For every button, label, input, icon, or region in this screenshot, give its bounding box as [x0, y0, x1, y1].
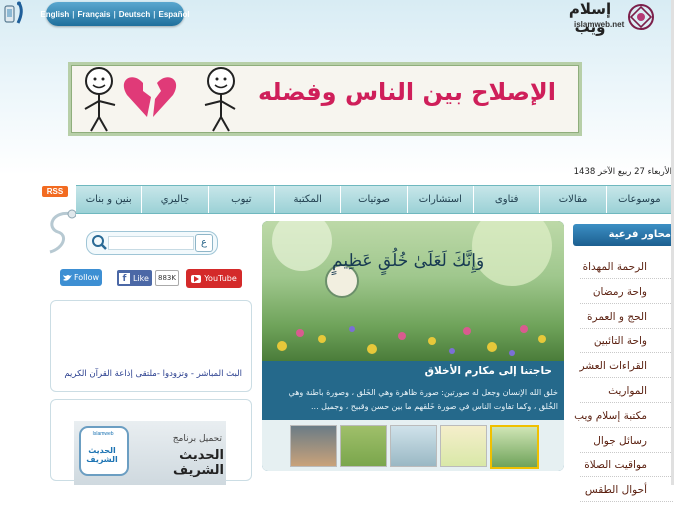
app-icon-small-label: Islamweb	[92, 431, 114, 437]
featured-slider[interactable]: وَإِنَّكَ لَعَلَىٰ خُلُقٍ عَظِيمٍ حاجتنا…	[262, 221, 564, 471]
facebook-like-button[interactable]: f Like	[117, 270, 152, 286]
app-name: الحديث الشريف	[172, 448, 224, 478]
sidebar-list: الرحمة المهداة واحة رمضان الحج و العمرة …	[574, 258, 673, 506]
facebook-label: Like	[133, 273, 149, 283]
main-nav: موسوعات مقالات فتاوى استشارات صوتيات الم…	[76, 185, 672, 214]
sidebar-item-ramadan[interactable]: واحة رمضان	[580, 283, 673, 304]
nav-encyclopedias[interactable]: موسوعات	[605, 186, 672, 213]
sidebar-item-weather[interactable]: أحوال الطقس	[580, 481, 673, 503]
mobile-version-icon[interactable]	[2, 1, 32, 27]
islamweb-logo-icon[interactable]	[625, 2, 657, 32]
thumbnail-4[interactable]	[440, 425, 487, 467]
nav-audio[interactable]: صوتيات	[340, 186, 406, 213]
twitter-icon	[62, 274, 72, 281]
search-submit-button[interactable]: ع	[195, 234, 213, 252]
youtube-play-icon	[191, 274, 202, 283]
sidebar-item-sms[interactable]: رسائل جوال	[580, 432, 673, 453]
two-figures-broken-heart-icon	[84, 67, 236, 132]
flower-field-icon	[272, 221, 552, 356]
sidebar-item-qiraat[interactable]: القراءات العشر	[579, 357, 673, 379]
thumbnail-2[interactable]	[340, 425, 387, 467]
language-bar: English | Français | Deutsch | Español	[40, 2, 190, 26]
lang-english-link[interactable]: English	[40, 10, 69, 19]
featured-image[interactable]	[262, 221, 564, 361]
featured-title[interactable]: حاجتنا إلى مكارم الأخلاق	[262, 365, 552, 377]
app-icon-label: الحديث الشريف	[86, 446, 118, 464]
lang-spanish-link[interactable]: Español	[159, 10, 190, 19]
rss-button[interactable]: RSS	[42, 186, 68, 197]
search-icon[interactable]	[90, 233, 108, 251]
sidebar-item-inheritance[interactable]: المواريث	[580, 382, 673, 403]
nav-articles[interactable]: مقالات	[539, 186, 605, 213]
radio-live-link[interactable]: البث المباشر - وتزودوا -ملتقى إذاعة القر…	[56, 369, 242, 379]
logo-latin-text[interactable]: islamweb.net	[574, 20, 624, 29]
search-input[interactable]	[108, 236, 194, 250]
sidebar-item-mercy[interactable]: الرحمة المهداة	[580, 258, 673, 279]
nav-fatwas[interactable]: فتاوى	[473, 186, 539, 213]
facebook-like-count: 883K	[155, 270, 179, 286]
featured-thumbnails	[262, 420, 564, 471]
sidebar-heading: محاور فرعية	[573, 224, 673, 246]
app-download-title: تحميل برنامج	[172, 434, 222, 444]
sidebar-item-repentants[interactable]: واحة التائبين	[580, 332, 673, 354]
nav-gallery[interactable]: جاليري	[141, 186, 207, 213]
sidebar-item-library[interactable]: مكتبة إسلام ويب	[574, 407, 673, 428]
hijri-date: الأربعاء 27 ربيع الآخر 1438	[573, 167, 672, 177]
featured-calligraphy: وَإِنَّكَ لَعَلَىٰ خُلُقٍ عَظِيمٍ	[332, 251, 485, 271]
sidebar-item-prayer-times[interactable]: مواقيت الصلاة	[580, 456, 673, 478]
nav-library[interactable]: المكتبة	[274, 186, 340, 213]
thumbnail-1[interactable]	[290, 425, 337, 467]
ornament-icon	[42, 206, 77, 256]
thumbnail-3[interactable]	[390, 425, 437, 467]
youtube-button[interactable]: YouTube	[186, 269, 242, 288]
logo-arabic-text[interactable]: إسلام ويب	[560, 0, 620, 36]
banner-title: الإصلاح بين الناس وفضله	[257, 78, 557, 106]
lang-french-link[interactable]: Français	[78, 10, 111, 19]
youtube-label: YouTube	[204, 274, 237, 283]
twitter-follow-button[interactable]: Follow	[60, 269, 102, 286]
nav-boys-girls[interactable]: بنين و بنات	[76, 186, 141, 213]
twitter-label: Follow	[73, 273, 100, 282]
lang-german-link[interactable]: Deutsch	[119, 10, 151, 19]
nav-consultations[interactable]: استشارات	[406, 186, 473, 213]
nav-tube[interactable]: تيوب	[207, 186, 274, 213]
sidebar-item-hajj[interactable]: الحج و العمرة	[580, 308, 673, 329]
thumbnail-5[interactable]	[490, 425, 539, 469]
facebook-icon: f	[119, 272, 130, 284]
featured-text: خلق الله الإنسان وجعل له صورتين: صورة ظا…	[288, 388, 558, 411]
